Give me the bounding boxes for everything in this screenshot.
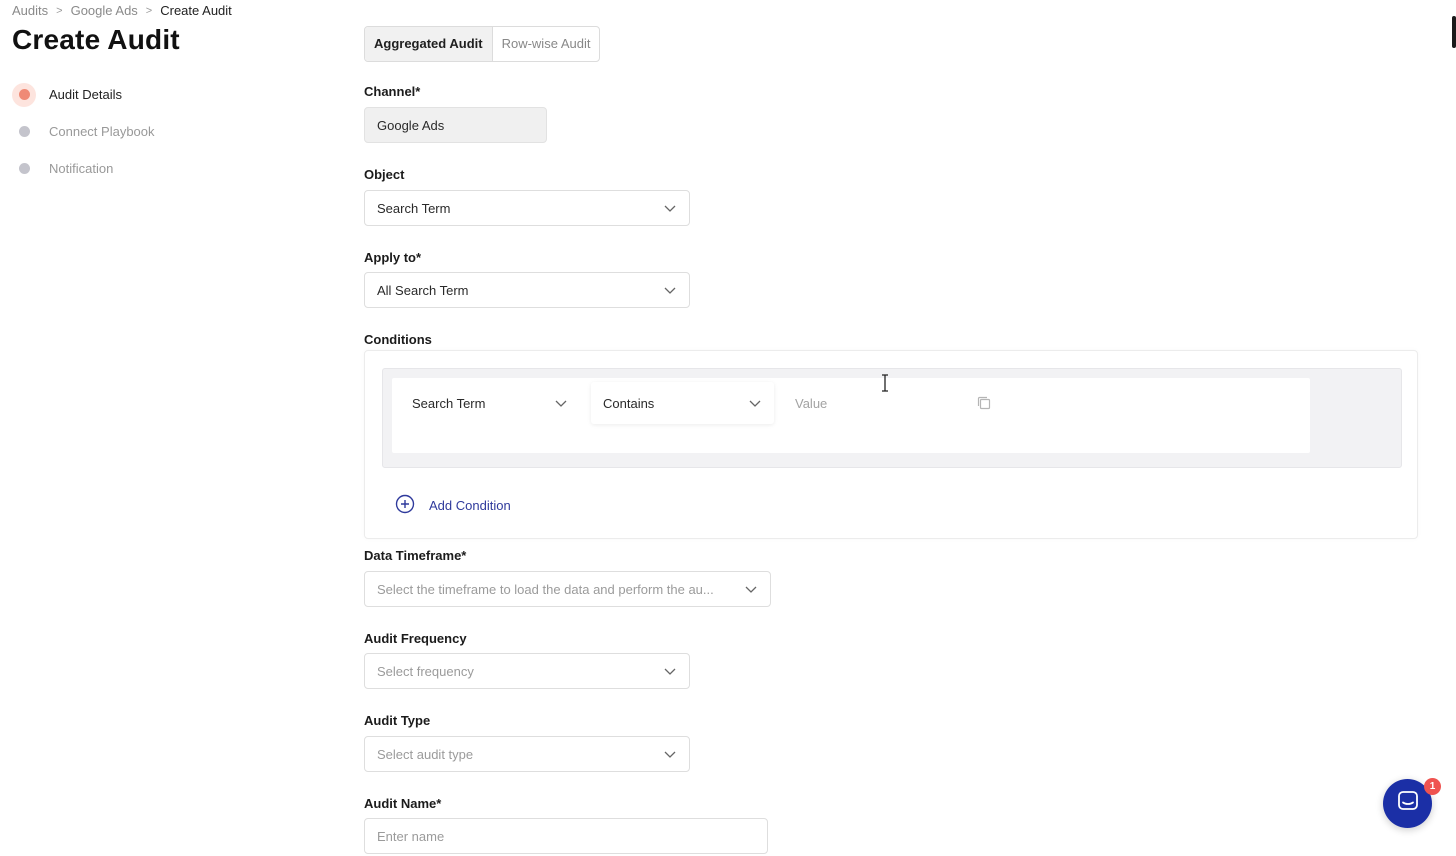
chevron-down-icon <box>554 396 568 410</box>
step-label: Connect Playbook <box>49 124 155 139</box>
step-navigation: Audit Details Connect Playbook Notificat… <box>12 76 155 187</box>
copy-icon[interactable] <box>976 395 992 411</box>
condition-value-input[interactable]: Value <box>795 382 827 424</box>
step-pending-icon <box>12 120 36 144</box>
condition-field-select[interactable]: Search Term <box>400 382 580 424</box>
audit-type-select[interactable]: Select audit type <box>364 736 690 772</box>
breadcrumb: Audits > Google Ads > Create Audit <box>12 3 232 18</box>
audit-frequency-select[interactable]: Select frequency <box>364 653 690 689</box>
audit-name-input[interactable]: Enter name <box>364 818 768 854</box>
condition-group: Search Term Contains Value <box>382 368 1402 468</box>
breadcrumb-separator-icon: > <box>56 4 63 17</box>
condition-field-value: Search Term <box>412 395 486 411</box>
object-select[interactable]: Search Term <box>364 190 690 226</box>
chevron-down-icon <box>663 201 677 215</box>
plus-circle-icon <box>395 494 415 517</box>
chat-notification-badge: 1 <box>1424 778 1441 795</box>
add-condition-label: Add Condition <box>429 498 511 513</box>
chevron-down-icon <box>663 283 677 297</box>
page-title: Create Audit <box>12 24 180 55</box>
breadcrumb-current: Create Audit <box>160 3 232 18</box>
audit-frequency-label: Audit Frequency <box>364 631 467 646</box>
tab-row-wise-audit[interactable]: Row-wise Audit <box>493 27 600 61</box>
step-connect-playbook[interactable]: Connect Playbook <box>12 113 155 150</box>
chevron-down-icon <box>748 396 762 410</box>
channel-label: Channel* <box>364 84 421 99</box>
chevron-down-icon <box>663 664 677 678</box>
step-pending-icon <box>12 157 36 181</box>
step-notification[interactable]: Notification <box>12 150 155 187</box>
breadcrumb-google-ads[interactable]: Google Ads <box>71 3 138 18</box>
object-value: Search Term <box>377 200 451 216</box>
audit-frequency-placeholder: Select frequency <box>377 663 474 679</box>
chevron-down-icon <box>663 747 677 761</box>
apply-to-label: Apply to* <box>364 250 422 265</box>
add-condition-button[interactable]: Add Condition <box>395 494 511 517</box>
channel-field: Google Ads <box>364 107 547 143</box>
text-cursor-icon <box>879 374 891 392</box>
breadcrumb-separator-icon: > <box>145 4 153 17</box>
step-audit-details[interactable]: Audit Details <box>12 76 155 113</box>
step-label: Notification <box>49 161 114 176</box>
breadcrumb-audits[interactable]: Audits <box>12 3 48 18</box>
audit-name-label: Audit Name* <box>364 796 442 811</box>
conditions-label: Conditions <box>364 332 432 347</box>
data-timeframe-select[interactable]: Select the timeframe to load the data an… <box>364 571 771 607</box>
chevron-down-icon <box>744 582 758 596</box>
step-active-icon <box>12 82 36 107</box>
condition-operator-select[interactable]: Contains <box>591 382 774 424</box>
data-timeframe-placeholder: Select the timeframe to load the data an… <box>377 581 714 597</box>
object-label: Object <box>364 167 405 182</box>
conditions-panel: Search Term Contains Value Add Condition <box>364 350 1418 539</box>
chat-icon <box>1396 789 1420 818</box>
audit-type-placeholder: Select audit type <box>377 746 474 762</box>
apply-to-value: All Search Term <box>377 282 469 298</box>
step-label: Audit Details <box>49 87 122 102</box>
data-timeframe-label: Data Timeframe* <box>364 548 467 563</box>
channel-value: Google Ads <box>377 117 445 133</box>
condition-operator-value: Contains <box>603 395 655 411</box>
condition-row: Search Term Contains Value <box>392 378 1310 453</box>
apply-to-select[interactable]: All Search Term <box>364 272 690 308</box>
audit-type-tabs: Aggregated Audit Row-wise Audit <box>364 26 601 62</box>
create-audit-page: Audits > Google Ads > Create Audit Creat… <box>0 0 1456 856</box>
audit-name-placeholder: Enter name <box>377 828 445 844</box>
tab-aggregated-audit[interactable]: Aggregated Audit <box>365 27 493 61</box>
audit-type-label: Audit Type <box>364 713 431 728</box>
scrollbar-thumb[interactable] <box>1452 16 1456 48</box>
